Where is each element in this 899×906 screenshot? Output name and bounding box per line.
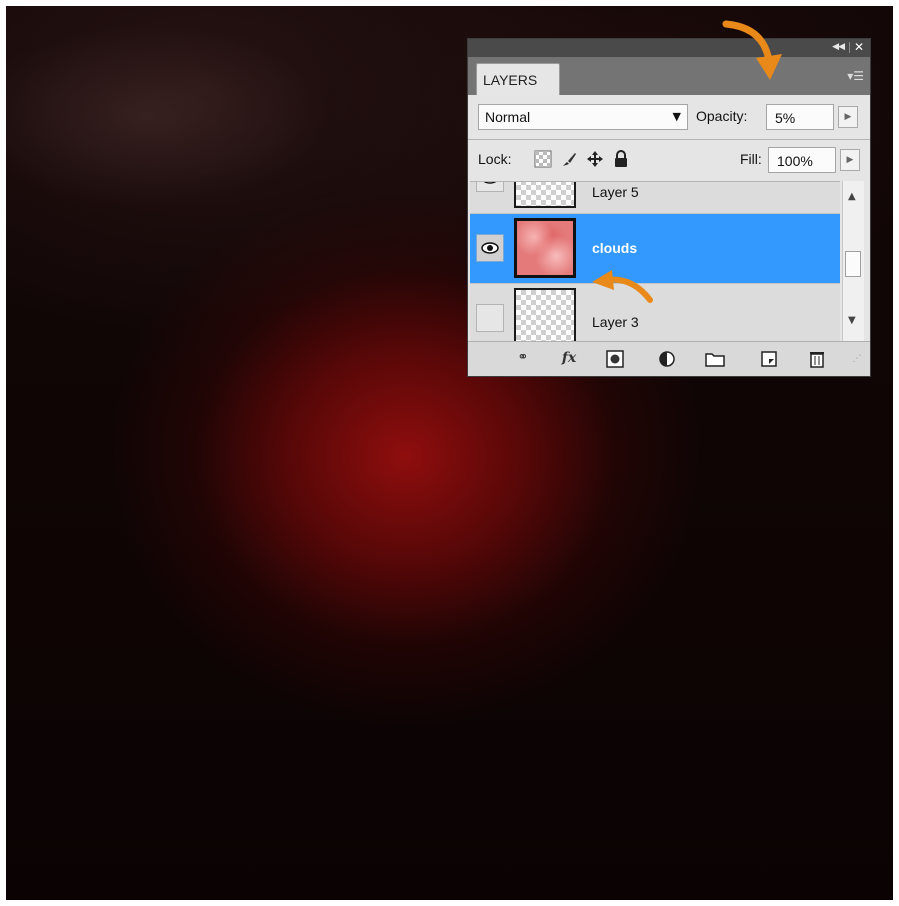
blend-mode-select[interactable]: Normal ▼: [478, 104, 688, 130]
panel-content: Normal ▼ Opacity: 5% ▶ Lock: Fill: 100% …: [468, 95, 870, 376]
visibility-toggle[interactable]: [476, 182, 504, 192]
layer-name: clouds: [592, 240, 638, 256]
fill-label: Fill:: [740, 151, 762, 167]
layer-row[interactable]: Layer 5: [470, 182, 840, 214]
panel-tab-row: LAYERS ▾☰: [468, 57, 870, 95]
scroll-up-icon[interactable]: ▲: [848, 191, 856, 202]
opacity-label: Opacity:: [696, 108, 748, 124]
fx-icon[interactable]: fx: [558, 350, 580, 368]
layer-thumbnail-clouds: [514, 218, 576, 278]
blend-mode-value: Normal: [485, 109, 531, 125]
visibility-toggle[interactable]: [476, 234, 504, 262]
scroll-down-icon[interactable]: ▼: [848, 315, 856, 326]
lock-transparent-icon[interactable]: [534, 150, 552, 168]
layer-name: Layer 5: [592, 184, 639, 200]
tab-layers[interactable]: LAYERS: [476, 63, 560, 95]
tab-layers-label: LAYERS: [483, 72, 538, 88]
eye-icon: [481, 242, 499, 254]
layer-list: Layer 5 clouds Layer 3: [470, 181, 840, 342]
close-icon[interactable]: ✕: [854, 40, 864, 54]
lock-label: Lock:: [478, 151, 512, 167]
fill-slider-button[interactable]: ▶: [840, 149, 860, 171]
visibility-toggle[interactable]: [476, 304, 504, 332]
opacity-input[interactable]: 5%: [766, 104, 834, 130]
trash-icon[interactable]: [806, 350, 828, 368]
lock-move-icon[interactable]: [586, 150, 604, 168]
opacity-value: 5%: [775, 110, 796, 126]
eye-icon: [483, 182, 497, 184]
annotation-arrow-opacity: [722, 20, 782, 80]
lock-paint-icon[interactable]: [560, 150, 578, 168]
layers-panel: ◀◀ ✕ LAYERS ▾☰ Normal ▼ Opacity: 5% ▶ Lo…: [467, 38, 871, 377]
lock-all-icon[interactable]: [612, 150, 630, 168]
adjustment-icon[interactable]: [656, 350, 678, 368]
panel-menu-icon[interactable]: ▾☰: [847, 69, 864, 83]
layer-thumbnail: [514, 288, 576, 342]
layer-scrollbar[interactable]: ▲ ▼: [842, 181, 864, 341]
link-layers-icon[interactable]: ⚭: [512, 350, 534, 368]
blend-opacity-row: Normal ▼ Opacity: 5% ▶: [476, 102, 862, 132]
resize-grip-icon[interactable]: ⋰: [846, 354, 868, 372]
lock-fill-row: Lock: Fill: 100% ▶: [476, 144, 862, 174]
annotation-arrow-clouds: [592, 270, 653, 303]
fill-value: 100%: [777, 153, 813, 169]
fill-input[interactable]: 100%: [768, 147, 836, 173]
layers-toolbar: ⚭ fx ⋰: [468, 341, 870, 376]
mask-icon[interactable]: [604, 350, 626, 368]
title-bar-divider: [849, 42, 850, 53]
new-layer-icon[interactable]: [758, 350, 780, 368]
scrollbar-thumb[interactable]: [845, 251, 861, 277]
layer-name: Layer 3: [592, 314, 639, 330]
layer-thumbnail: [514, 182, 576, 208]
collapse-icon[interactable]: ◀◀: [832, 42, 845, 52]
chevron-down-icon: ▼: [672, 110, 681, 123]
panel-divider: [468, 139, 870, 140]
opacity-slider-button[interactable]: ▶: [838, 106, 858, 128]
group-folder-icon[interactable]: [704, 350, 726, 368]
panel-title-bar: ◀◀ ✕: [468, 39, 870, 57]
